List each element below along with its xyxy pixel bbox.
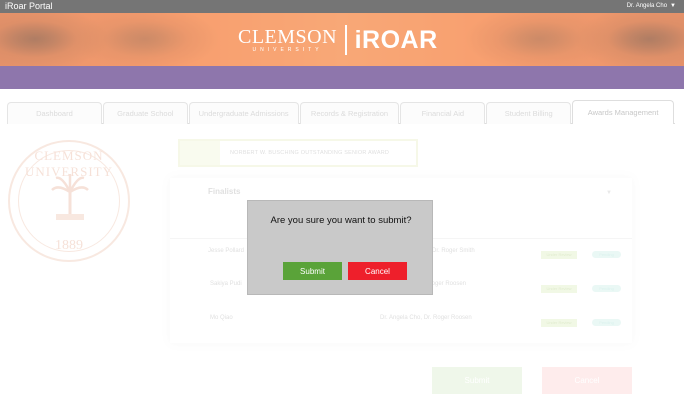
confirm-cancel-button[interactable]: Cancel bbox=[348, 262, 407, 280]
iroar-portal-window: iRoar Portal Dr. Angela Cho ▼ CLEMSON UN… bbox=[0, 0, 684, 408]
confirm-message: Are you sure you want to submit? bbox=[270, 215, 412, 226]
confirm-submit-button[interactable]: Submit bbox=[283, 262, 342, 280]
confirm-dialog: Are you sure you want to submit? Submit … bbox=[247, 200, 433, 295]
